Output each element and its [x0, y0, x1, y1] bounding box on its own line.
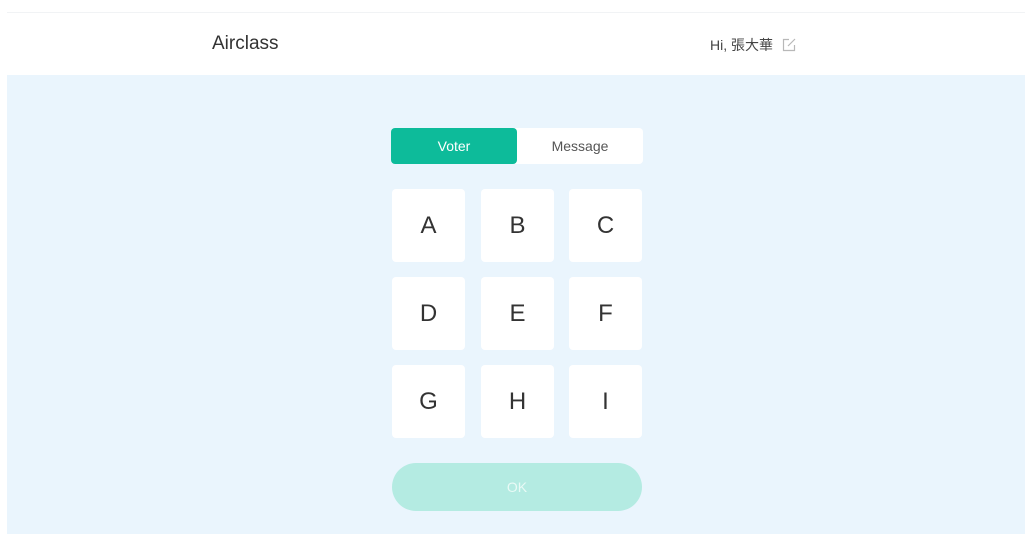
- app-title: Airclass: [212, 33, 279, 54]
- top-bar: Airclass Hi, 張大華: [7, 12, 1025, 74]
- edit-icon[interactable]: [781, 37, 797, 53]
- option-i-button[interactable]: I: [569, 365, 642, 438]
- option-g-button[interactable]: G: [392, 365, 465, 438]
- user-greeting-text: Hi, 張大華: [710, 37, 773, 53]
- option-f-button[interactable]: F: [569, 277, 642, 350]
- option-h-button[interactable]: H: [481, 365, 554, 438]
- option-b-button[interactable]: B: [481, 189, 554, 262]
- ok-button[interactable]: OK: [392, 463, 642, 511]
- option-e-button[interactable]: E: [481, 277, 554, 350]
- option-c-button[interactable]: C: [569, 189, 642, 262]
- tab-message[interactable]: Message: [517, 128, 643, 164]
- tab-voter[interactable]: Voter: [391, 128, 517, 164]
- user-greeting: Hi, 張大華: [710, 36, 797, 54]
- main-panel: Voter Message A B C D E F G H I OK: [7, 75, 1025, 534]
- option-a-button[interactable]: A: [392, 189, 465, 262]
- tab-bar: Voter Message: [391, 128, 643, 164]
- option-d-button[interactable]: D: [392, 277, 465, 350]
